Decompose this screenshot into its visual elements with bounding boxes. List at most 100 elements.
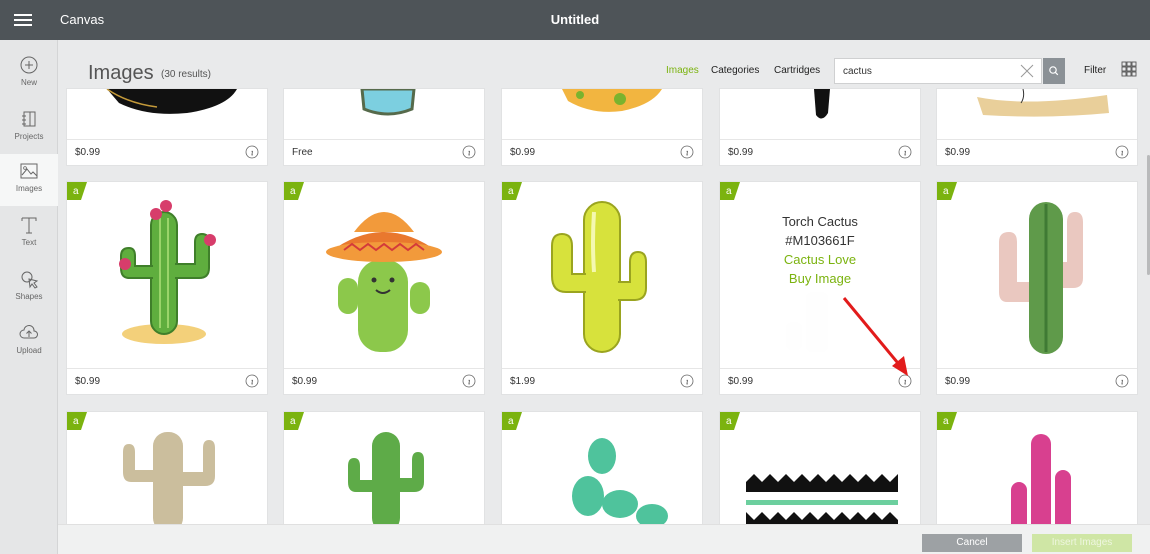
badge-letter: a — [290, 416, 296, 427]
buy-image-link[interactable]: Buy Image — [720, 271, 920, 286]
search-button[interactable] — [1043, 58, 1065, 84]
tab-categories[interactable]: Categories — [711, 65, 759, 76]
image-card[interactable]: $0.99 — [501, 88, 703, 166]
search-input[interactable] — [843, 63, 1013, 79]
image-card[interactable]: $0.99 — [719, 88, 921, 166]
price-label: $0.99 — [728, 147, 754, 158]
info-icon[interactable] — [245, 145, 259, 159]
info-icon[interactable] — [1115, 145, 1129, 159]
cricut-access-badge-icon: a — [67, 182, 87, 200]
image-thumbnail — [999, 202, 1083, 354]
badge-letter: a — [726, 416, 732, 427]
search-icon — [1049, 66, 1059, 76]
image-card[interactable]: $0.99 — [66, 88, 268, 166]
cricut-access-badge-icon: a — [284, 182, 304, 200]
image-card[interactable]: a $0.99 — [66, 181, 268, 395]
price-label: $0.99 — [75, 147, 101, 158]
badge-letter: a — [508, 416, 514, 427]
image-thumbnail — [119, 200, 216, 344]
cartridge-link[interactable]: Cactus Love — [720, 252, 920, 267]
price-label: $0.99 — [945, 147, 971, 158]
badge-letter: a — [290, 186, 296, 197]
text-icon — [21, 217, 37, 234]
cancel-button[interactable]: Cancel — [922, 534, 1022, 552]
image-thumbnail — [106, 89, 237, 114]
page-title: Images — [88, 62, 154, 84]
shapes-icon — [21, 271, 39, 289]
image-card[interactable]: a — [283, 411, 485, 531]
image-card[interactable]: a — [66, 411, 268, 531]
image-thumbnail — [977, 89, 1109, 117]
card-footer: $1.99 — [502, 368, 702, 394]
tab-cartridges[interactable]: Cartridges — [774, 65, 820, 76]
image-card[interactable]: a $0.99 — [936, 181, 1138, 395]
badge-letter: a — [943, 186, 949, 197]
sidebar-item-label: Shapes — [15, 292, 43, 301]
badge-letter: a — [943, 416, 949, 427]
image-card[interactable]: Free — [283, 88, 485, 166]
sidebar-item-images[interactable]: Images — [0, 154, 58, 206]
info-icon[interactable] — [1115, 374, 1129, 388]
cricut-access-badge-icon: a — [284, 412, 304, 430]
sidebar-item-projects[interactable]: Projects — [0, 102, 58, 154]
image-card[interactable]: a — [936, 411, 1138, 531]
price-label: $0.99 — [510, 147, 536, 158]
cricut-access-badge-icon: a — [720, 412, 740, 430]
image-thumbnail — [360, 89, 416, 116]
filter-button[interactable]: Filter — [1084, 65, 1106, 76]
card-footer: $0.99 — [284, 368, 484, 394]
price-label: $0.99 — [728, 376, 754, 387]
insert-images-button[interactable]: Insert Images — [1032, 534, 1132, 552]
price-label: Free — [292, 147, 313, 158]
sidebar-item-label: Upload — [16, 346, 42, 355]
info-icon[interactable] — [462, 145, 476, 159]
image-thumbnail — [348, 432, 424, 530]
card-footer: $0.99 — [937, 139, 1137, 165]
sidebar-item-label: New — [20, 78, 37, 87]
image-card[interactable]: a — [719, 411, 921, 531]
image-thumbnail — [551, 201, 647, 353]
info-icon[interactable] — [680, 145, 694, 159]
badge-letter: a — [73, 186, 79, 197]
sidebar-item-upload[interactable]: Upload — [0, 316, 58, 368]
image-card[interactable]: a $1.99 — [501, 181, 703, 395]
badge-letter: a — [508, 186, 514, 197]
image-card[interactable]: a — [501, 411, 703, 531]
sidebar-item-label: Images — [15, 184, 43, 193]
card-footer: $0.99 — [937, 368, 1137, 394]
cricut-access-badge-icon: a — [937, 412, 957, 430]
info-icon[interactable] — [462, 374, 476, 388]
price-label: $0.99 — [75, 376, 101, 387]
badge-letter: a — [726, 186, 732, 197]
grid-view-icon[interactable] — [1121, 61, 1137, 77]
sidebar-item-label: Projects — [14, 132, 44, 141]
image-thumbnail — [814, 89, 830, 119]
image-thumbnail — [572, 438, 668, 528]
left-sidebar: New Projects Images Text Shapes Upload — [0, 40, 58, 554]
search-box — [834, 58, 1042, 84]
image-card[interactable]: a $0.99 — [283, 181, 485, 395]
badge-letter: a — [73, 416, 79, 427]
top-bar: Canvas Untitled — [0, 0, 1150, 40]
info-icon[interactable] — [898, 145, 912, 159]
sidebar-item-text[interactable]: Text — [0, 208, 58, 260]
image-thumbnail — [1011, 434, 1071, 530]
info-icon[interactable] — [680, 374, 694, 388]
image-thumbnail — [562, 89, 662, 112]
image-thumbnail — [326, 212, 442, 352]
card-footer: $0.99 — [720, 139, 920, 165]
image-thumbnail — [123, 432, 215, 530]
image-card[interactable]: $0.99 — [936, 88, 1138, 166]
tab-images[interactable]: Images — [666, 65, 699, 76]
price-label: $1.99 — [510, 376, 536, 387]
upload-cloud-icon — [19, 324, 38, 339]
card-footer: $0.99 — [502, 139, 702, 165]
sidebar-item-label: Text — [21, 238, 37, 247]
price-label: $0.99 — [945, 376, 971, 387]
sidebar-item-shapes[interactable]: Shapes — [0, 262, 58, 314]
sidebar-item-new[interactable]: New — [0, 48, 58, 100]
card-footer: Free — [284, 139, 484, 165]
info-icon[interactable] — [245, 374, 259, 388]
close-icon[interactable] — [1018, 62, 1036, 80]
document-title: Untitled — [550, 12, 600, 27]
